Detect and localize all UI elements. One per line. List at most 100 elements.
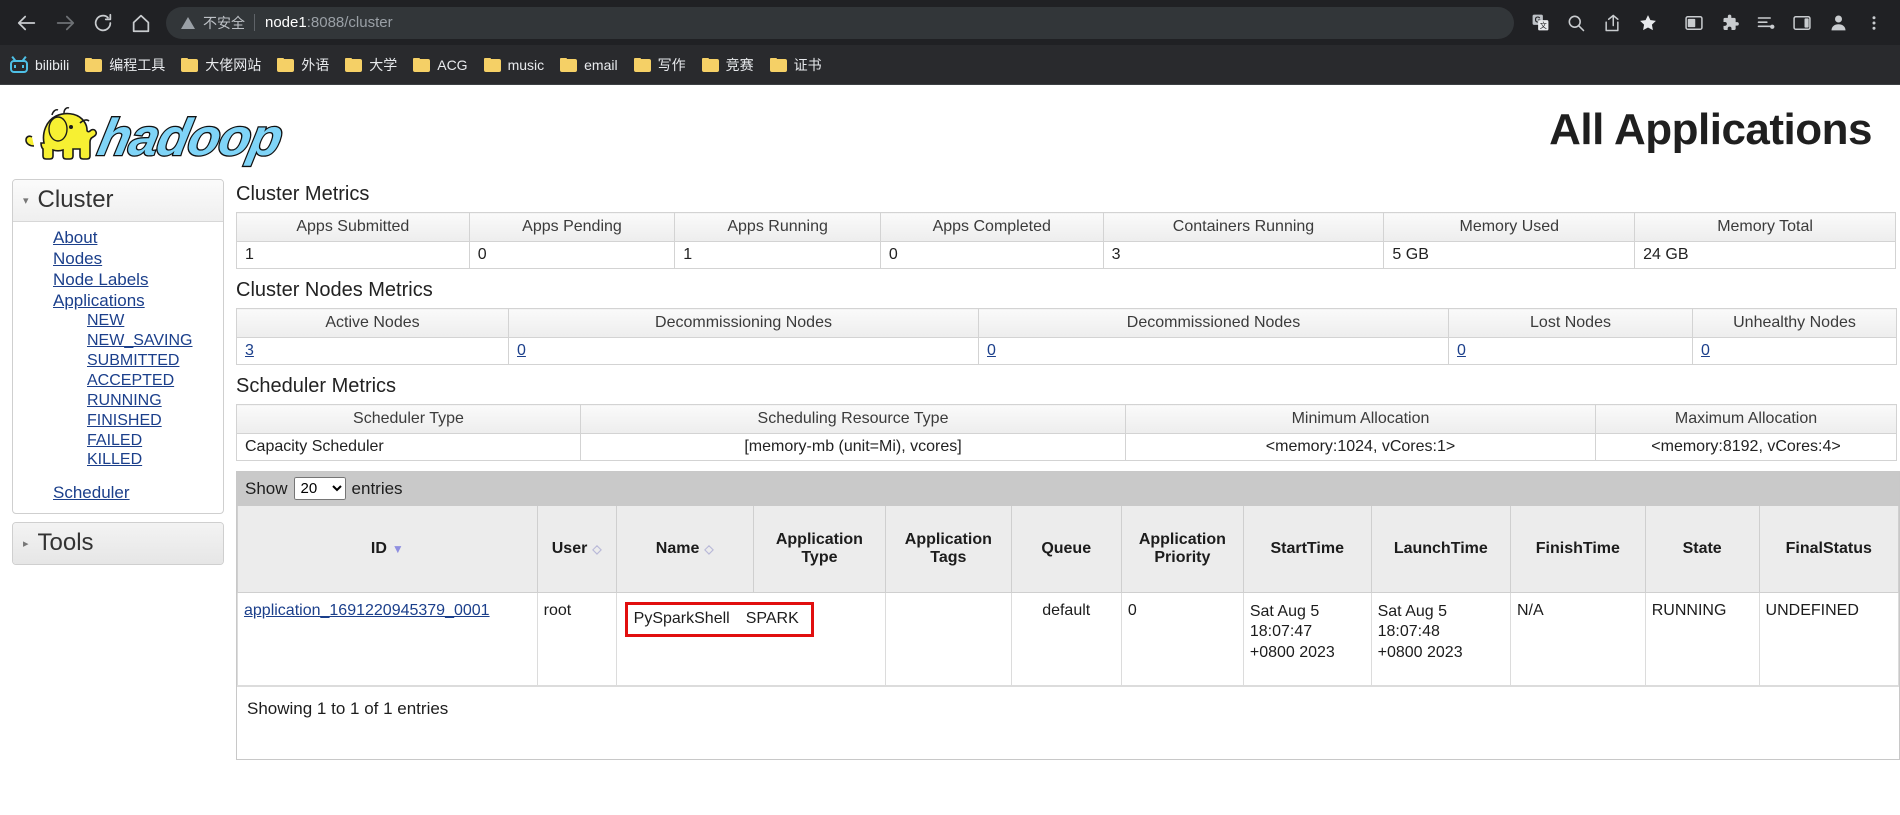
page-size-select[interactable]: 20 40 60 80 100 — [293, 477, 346, 500]
bookmark-label: 编程工具 — [109, 56, 166, 73]
datatable-info: Showing 1 to 1 of 1 entries — [237, 686, 1899, 759]
col-queue[interactable]: Queue — [1010, 506, 1122, 593]
cluster-panel-title: Cluster — [37, 186, 114, 213]
sidebar-item-new[interactable]: NEW — [13, 311, 223, 331]
table-row: 3 0 0 0 0 — [236, 337, 1897, 365]
val-apps-pending: 0 — [468, 241, 676, 269]
launchtime-time: 18:07:48 — [1377, 623, 1440, 641]
more-vert-icon[interactable] — [1856, 5, 1892, 41]
omnibox-divider — [254, 14, 255, 31]
bookmark-folder-5[interactable]: ACG — [413, 57, 468, 73]
sidebar-item-nodes[interactable]: Nodes — [13, 248, 223, 269]
bookmarks-bar: bilibili 编程工具 大佬网站 外语 大学 ACG music email… — [0, 45, 1900, 85]
bookmark-folder-10[interactable]: 证书 — [769, 55, 822, 75]
col-containers-running: Containers Running — [1102, 212, 1385, 242]
val-active-nodes[interactable]: 3 — [245, 342, 254, 359]
entries-label: entries — [351, 478, 403, 498]
chevron-right-icon: ▸ — [23, 537, 29, 550]
val-decommissioned-nodes[interactable]: 0 — [987, 342, 996, 359]
val-decommissioning-nodes[interactable]: 0 — [517, 342, 526, 359]
back-arrow-icon[interactable] — [8, 4, 46, 42]
sidebar-item-accepted[interactable]: ACCEPTED — [13, 371, 223, 391]
col-apps-running: Apps Running — [674, 212, 881, 242]
sidebar-item-scheduler[interactable]: Scheduler — [13, 482, 223, 503]
bookmark-folder-8[interactable]: 写作 — [633, 55, 686, 75]
bookmark-folder-3[interactable]: 外语 — [277, 55, 329, 75]
translate-icon[interactable]: G文 — [1522, 5, 1558, 41]
col-maximum-allocation: Maximum Allocation — [1595, 404, 1897, 434]
sidebar-item-running[interactable]: RUNNING — [13, 391, 223, 411]
bookmark-star-icon[interactable] — [1630, 5, 1666, 41]
bookmark-label: 竞赛 — [725, 56, 754, 73]
url-path: :8088/cluster — [306, 14, 393, 31]
col-state[interactable]: State — [1644, 506, 1760, 593]
address-bar[interactable]: 不安全 node1:8088/cluster — [166, 6, 1514, 39]
bookmark-label: 写作 — [657, 56, 686, 73]
bookmark-folder-2[interactable]: 大佬网站 — [181, 55, 261, 75]
cell-state: RUNNING — [1644, 592, 1760, 686]
val-scheduler-type: Capacity Scheduler — [236, 433, 581, 461]
extensions-puzzle-icon[interactable] — [1712, 5, 1748, 41]
sidebar-item-failed[interactable]: FAILED — [13, 431, 223, 451]
table-header-row: Active Nodes Decommissioning Nodes Decom… — [236, 308, 1897, 338]
sidebar-item-new-saving[interactable]: NEW_SAVING — [13, 331, 223, 351]
sidebar-item-submitted[interactable]: SUBMITTED — [13, 351, 223, 371]
chevron-down-icon: ▾ — [23, 194, 29, 207]
sidebar: ▾ Cluster About Nodes Node Labels Applic… — [12, 175, 224, 573]
sidebar-item-about[interactable]: About — [13, 227, 223, 248]
search-icon[interactable] — [1558, 5, 1594, 41]
sidebar-item-finished[interactable]: FINISHED — [13, 411, 223, 431]
starttime-date: Sat Aug 5 — [1249, 603, 1320, 620]
bookmark-folder-4[interactable]: 大学 — [345, 55, 397, 75]
val-maximum-allocation: <memory:8192, vCores:4> — [1595, 433, 1897, 461]
reading-list-icon[interactable] — [1748, 5, 1784, 41]
col-scheduling-resource-type: Scheduling Resource Type — [580, 404, 1126, 434]
sidepanel-icon[interactable] — [1676, 5, 1712, 41]
col-application-tags[interactable]: Application Tags — [885, 506, 1012, 593]
bookmark-label: 外语 — [301, 56, 330, 73]
cluster-metrics-title: Cluster Metrics — [236, 183, 370, 205]
hadoop-logo: hadoop — [14, 93, 304, 169]
folder-icon — [85, 57, 103, 72]
bookmark-folder-7[interactable]: email — [560, 57, 618, 73]
share-icon[interactable] — [1594, 5, 1630, 41]
cluster-panel-header[interactable]: ▾ Cluster — [13, 180, 223, 222]
col-id[interactable]: ID ▼ — [237, 506, 538, 593]
col-launchtime[interactable]: LaunchTime — [1370, 506, 1511, 593]
application-id-link[interactable]: application_1691220945379_0001 — [244, 602, 490, 619]
col-application-priority[interactable]: Application Priority — [1120, 506, 1244, 593]
table-row: 1 0 1 0 3 5 GB 24 GB — [236, 241, 1896, 269]
profile-avatar-icon[interactable] — [1820, 5, 1856, 41]
bookmark-bilibili[interactable]: bilibili — [10, 55, 69, 73]
cell-name-and-type: PySparkShell SPARK — [615, 592, 887, 686]
bookmark-folder-9[interactable]: 竞赛 — [701, 55, 754, 75]
table-header-row: ID ▼ User ◇ Name ◇ Application Type Applica… — [237, 506, 1900, 593]
reload-icon[interactable] — [84, 4, 122, 42]
col-user[interactable]: User ◇ — [536, 506, 617, 593]
val-unhealthy-nodes[interactable]: 0 — [1701, 342, 1710, 359]
forward-arrow-icon[interactable] — [46, 4, 84, 42]
col-name[interactable]: Name ◇ — [615, 506, 754, 593]
bilibili-icon — [10, 55, 28, 73]
sidebar-item-node-labels[interactable]: Node Labels — [13, 269, 223, 290]
cluster-metrics-table: Apps Submitted Apps Pending Apps Running… — [236, 212, 1896, 269]
home-icon[interactable] — [122, 4, 160, 42]
col-apps-submitted: Apps Submitted — [236, 212, 470, 242]
scheduler-metrics-title: Scheduler Metrics — [236, 375, 397, 397]
bookmark-folder-6[interactable]: music — [483, 57, 544, 73]
col-finishtime[interactable]: FinishTime — [1509, 506, 1646, 593]
sidebar-item-killed[interactable]: KILLED — [13, 450, 223, 470]
val-memory-used: 5 GB — [1383, 241, 1636, 269]
col-memory-used: Memory Used — [1383, 212, 1636, 242]
col-application-type[interactable]: Application Type — [752, 506, 887, 593]
col-starttime[interactable]: StartTime — [1242, 506, 1372, 593]
browser-toolbar: 不安全 node1:8088/cluster G文 — [0, 0, 1900, 45]
sidebar-item-applications[interactable]: Applications — [13, 290, 223, 311]
col-finalstatus[interactable]: FinalStatus — [1758, 506, 1900, 593]
bookmark-folder-1[interactable]: 编程工具 — [85, 55, 165, 75]
launchtime-tz: +0800 2023 — [1377, 643, 1463, 661]
security-label: 不安全 — [203, 14, 245, 31]
tools-panel-header[interactable]: ▸ Tools — [13, 523, 223, 565]
val-lost-nodes[interactable]: 0 — [1457, 342, 1466, 359]
split-panel-icon[interactable] — [1784, 5, 1820, 41]
